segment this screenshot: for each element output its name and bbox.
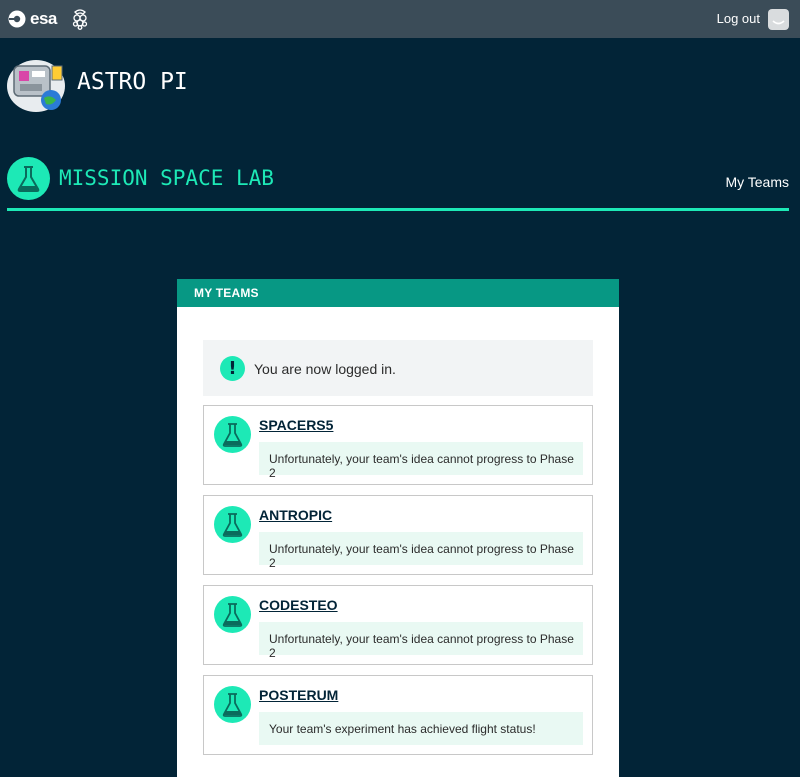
team-status: Unfortunately, your team's idea cannot p… xyxy=(259,532,583,570)
esa-wordmark: esa xyxy=(30,9,57,28)
logout-link[interactable]: Log out xyxy=(717,11,760,26)
login-alert: ! You are now logged in. xyxy=(203,340,593,396)
raspberry-pi-icon[interactable] xyxy=(71,8,89,30)
esa-logo[interactable]: esa xyxy=(7,9,57,29)
panel-heading: MY TEAMS xyxy=(194,286,259,300)
panel-body: ! You are now logged in. SPACERS5 Unfort… xyxy=(177,307,619,777)
panel-header: MY TEAMS xyxy=(177,279,619,307)
team-card: ANTROPIC Unfortunately, your team's idea… xyxy=(203,495,593,575)
team-name-link[interactable]: CODESTEO xyxy=(259,597,338,613)
flask-icon xyxy=(214,686,251,723)
team-status-text: Unfortunately, your team's idea cannot p… xyxy=(269,542,574,570)
team-card: SPACERS5 Unfortunately, your team's idea… xyxy=(203,405,593,485)
alert-message: You are now logged in. xyxy=(254,361,396,377)
section-divider xyxy=(7,208,789,211)
flask-icon xyxy=(214,506,251,543)
app-title: ASTRO PI xyxy=(77,69,188,95)
team-name-link[interactable]: POSTERUM xyxy=(259,687,338,703)
team-name-link[interactable]: SPACERS5 xyxy=(259,417,333,433)
user-avatar-icon[interactable] xyxy=(768,9,789,30)
flask-icon xyxy=(214,596,251,633)
team-status-text: Unfortunately, your team's idea cannot p… xyxy=(269,452,574,480)
team-status: Unfortunately, your team's idea cannot p… xyxy=(259,622,583,660)
team-name-link[interactable]: ANTROPIC xyxy=(259,507,332,523)
top-bar: esa Log out xyxy=(0,0,800,38)
astro-pi-logo-icon[interactable] xyxy=(6,56,68,114)
team-card: CODESTEO Unfortunately, your team's idea… xyxy=(203,585,593,665)
team-status-text: Your team's experiment has achieved flig… xyxy=(269,722,536,736)
section-title: MISSION SPACE LAB xyxy=(59,166,274,190)
team-card: POSTERUM Your team's experiment has achi… xyxy=(203,675,593,755)
flask-icon xyxy=(7,157,50,200)
team-status: Unfortunately, your team's idea cannot p… xyxy=(259,442,583,480)
team-status: Your team's experiment has achieved flig… xyxy=(259,712,583,745)
esa-logo-icon xyxy=(8,10,26,28)
nav-my-teams[interactable]: My Teams xyxy=(725,174,789,190)
flask-icon xyxy=(214,416,251,453)
team-status-text: Unfortunately, your team's idea cannot p… xyxy=(269,632,574,660)
exclamation-icon: ! xyxy=(220,356,245,381)
